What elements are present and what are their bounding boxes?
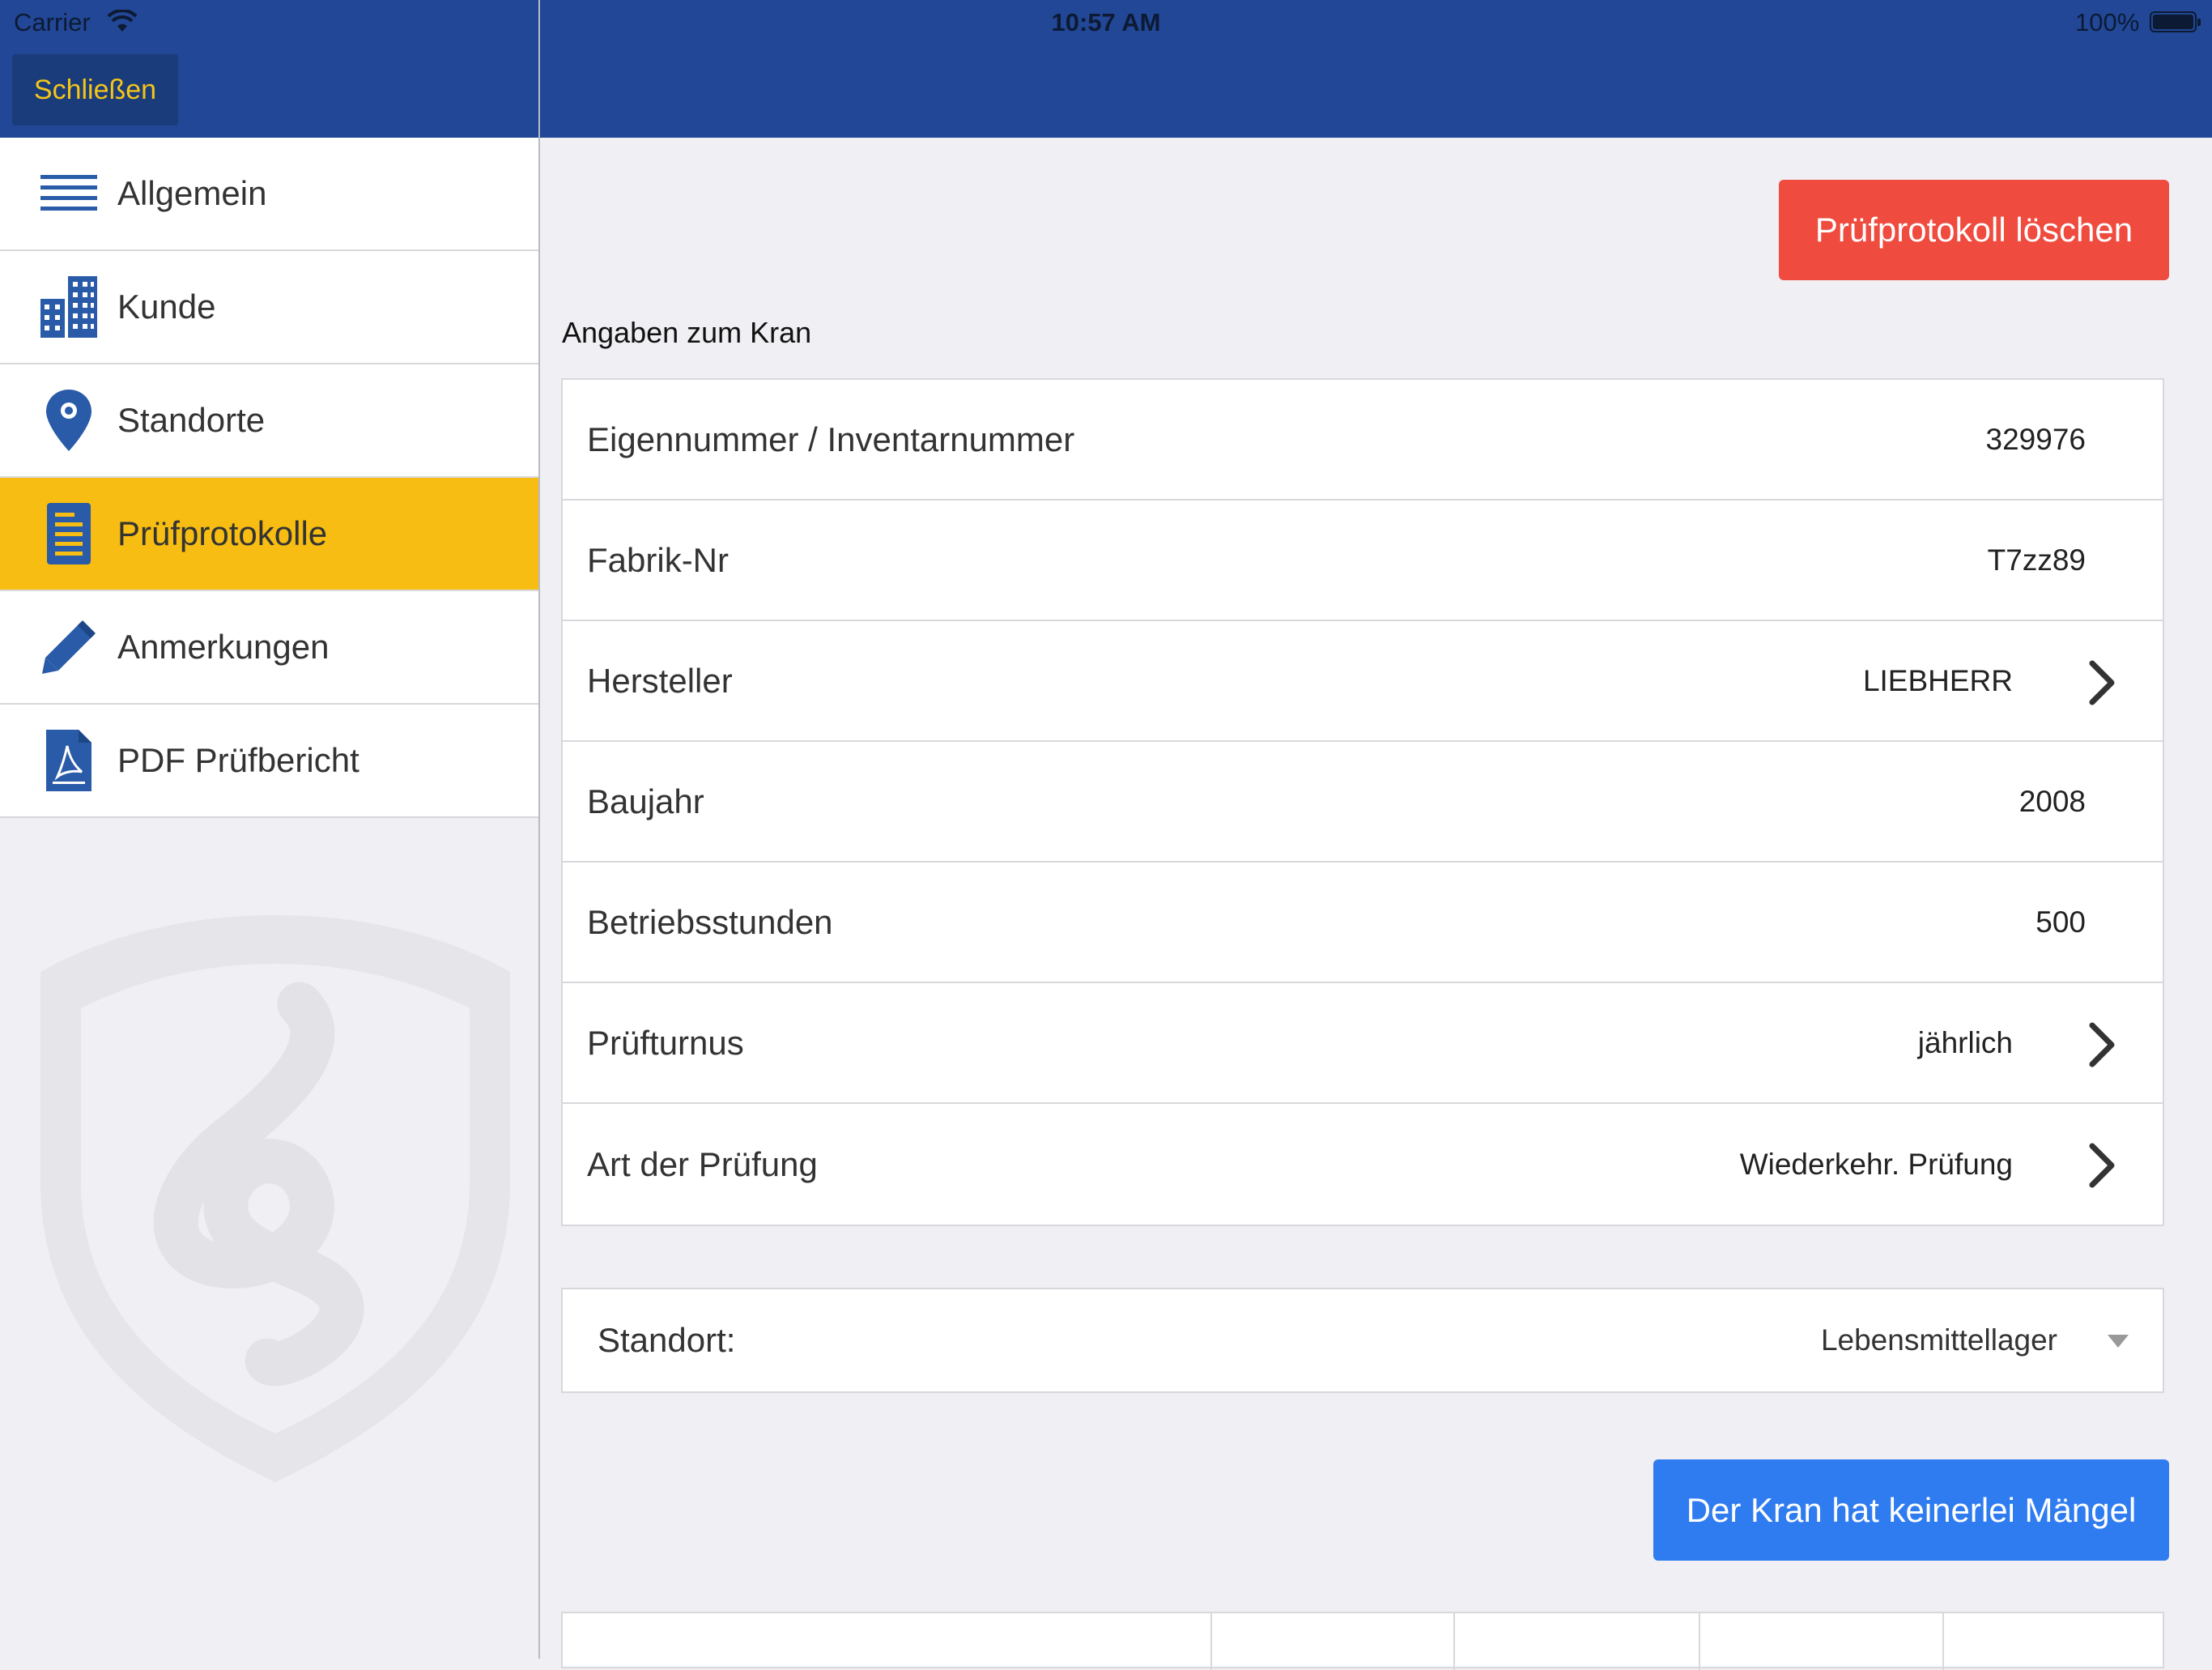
field-label: Baujahr [587,782,704,820]
field-value: LIEBHERR [1862,663,2013,697]
sidebar-item-label: Prüfprotokolle [117,514,328,552]
clock: 10:57 AM [1051,8,1161,36]
table-column-divider [1942,1613,1944,1670]
delete-protocol-button[interactable]: Prüfprotokoll löschen [1779,180,2169,280]
sidebar-item-label: PDF Prüfbericht [117,741,359,779]
field-label: Art der Prüfung [587,1144,818,1183]
field-row-eigennummer[interactable]: Eigennummer / Inventarnummer 329976 [563,380,2163,501]
pdf-icon [36,728,101,793]
field-label: Prüfturnus [587,1023,744,1062]
table-column-divider [1453,1613,1455,1670]
field-row-baujahr[interactable]: Baujahr 2008 [563,742,2163,863]
sidebar-item-label: Kunde [117,288,216,326]
field-label: Hersteller [587,661,733,700]
location-pin-icon [36,388,101,453]
sidebar-item-standorte[interactable]: Standorte [0,364,538,478]
field-value: 500 [2035,905,2086,939]
defects-table-header [561,1612,2164,1670]
field-row-hersteller[interactable]: Hersteller LIEBHERR [563,621,2163,742]
building-icon [36,275,101,339]
sidebar-item-label: Allgemein [117,174,267,212]
field-row-prueftturnus[interactable]: Prüfturnus jährlich [563,983,2163,1104]
field-value: T7zz89 [1987,543,2086,577]
sidebar-item-pruefprotokolle[interactable]: Prüfprotokolle [0,478,538,591]
pencil-icon [36,615,101,680]
sidebar-item-allgemein[interactable]: Allgemein [0,138,538,251]
field-label: Fabrik-Nr [587,540,729,579]
document-icon [36,501,101,566]
sidebar-item-anmerkungen[interactable]: Anmerkungen [0,591,538,705]
main-content: Prüfprotokoll löschen Angaben zum Kran E… [540,138,2212,1670]
field-row-fabrik-nr[interactable]: Fabrik-Nr T7zz89 [563,501,2163,621]
sidebar-item-label: Standorte [117,401,266,439]
sidebar: Allgemein Kunde Standorte Prüfprotokolle… [0,138,538,1659]
crane-details-table: Eigennummer / Inventarnummer 329976 Fabr… [561,378,2164,1226]
field-value: 329976 [1985,422,2086,456]
field-row-art-der-pruefung[interactable]: Art der Prüfung Wiederkehr. Prüfung [563,1104,2163,1225]
status-bar: Carrier 10:57 AM 100% [0,0,2212,45]
chevron-right-icon [2089,660,2115,705]
standort-value: Lebensmittellager [1820,1323,2057,1357]
sidebar-item-kunde[interactable]: Kunde [0,251,538,364]
field-value: jährlich [1917,1025,2013,1059]
caret-down-icon [2108,1335,2129,1348]
table-column-divider [1210,1613,1212,1670]
close-button[interactable]: Schließen [12,54,178,126]
standort-label: Standort: [598,1321,736,1359]
chevron-right-icon [2089,1143,2115,1188]
list-icon [36,161,101,226]
field-value: Wiederkehr. Prüfung [1739,1147,2013,1181]
sidebar-nav: Allgemein Kunde Standorte Prüfprotokolle… [0,138,538,818]
sidebar-item-label: Anmerkungen [117,628,330,666]
chevron-right-icon [2089,1022,2115,1067]
battery-icon [2150,11,2201,32]
section-title: Angaben zum Kran [562,316,812,349]
field-label: Eigennummer / Inventarnummer [587,420,1075,458]
sidebar-item-pdf-pruefbericht[interactable]: PDF Prüfbericht [0,705,538,818]
battery-percentage: 100% [2075,8,2140,36]
table-column-divider [1699,1613,1700,1670]
field-value: 2008 [2018,784,2086,818]
shield-watermark-icon [40,915,510,1482]
no-defects-button[interactable]: Der Kran hat keinerlei Mängel [1653,1459,2169,1561]
standort-select[interactable]: Standort: Lebensmittellager [561,1288,2164,1393]
field-row-betriebsstunden[interactable]: Betriebsstunden 500 [563,863,2163,983]
field-label: Betriebsstunden [587,902,833,941]
